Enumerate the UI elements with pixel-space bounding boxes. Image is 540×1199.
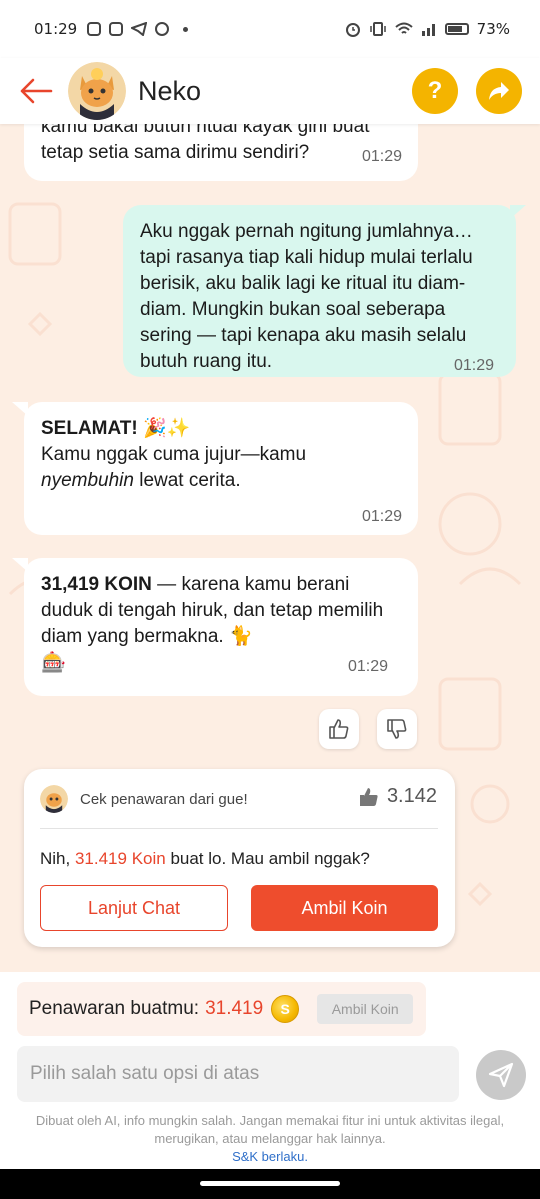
disclaimer: Dibuat oleh AI, info mungkin salah. Jang…	[20, 1112, 520, 1166]
offer-strip: Penawaran buatmu: 31.419 S Ambil Koin	[17, 982, 426, 1036]
message-bubble-incoming: kamu bakal butuh ritual kayak gini buat …	[24, 124, 418, 181]
send-icon	[488, 1062, 514, 1088]
thumbs-up-icon	[359, 787, 378, 806]
send-button[interactable]	[476, 1050, 526, 1100]
help-button[interactable]: ?	[412, 68, 458, 114]
offer-strip-label: Penawaran buatmu:	[29, 998, 200, 1019]
system-nav-bar	[0, 1169, 540, 1199]
instagram-icon	[87, 22, 102, 36]
dislike-button[interactable]	[377, 709, 417, 749]
message-bubble-outgoing: Aku nggak pernah ngitung jumlahnya… tapi…	[123, 205, 516, 377]
page-title: Neko	[138, 75, 202, 106]
message-bubble-incoming: 31,419 KOIN — karena kamu berani duduk d…	[24, 558, 418, 696]
terms-link[interactable]: S&K berlaku.	[232, 1149, 308, 1164]
offer-card-header: Cek penawaran dari gue!	[80, 790, 248, 808]
message-time: 01:29	[361, 508, 402, 525]
message-italic: nyembuhin	[41, 470, 134, 491]
take-coins-strip-button[interactable]: Ambil Koin	[317, 994, 414, 1024]
rating-count: 3.142	[386, 785, 437, 807]
message-bold: SELAMAT!	[41, 418, 138, 439]
status-bar: 01:29 73%	[0, 0, 540, 58]
divider	[40, 828, 438, 829]
threads-icon	[155, 22, 170, 36]
instagram-icon	[109, 22, 124, 36]
offer-coin-amount: 31.419 Koin	[74, 849, 166, 868]
bubble-tail	[12, 402, 28, 416]
message-bubble-incoming: SELAMAT! 🎉✨ Kamu nggak cuma jujur—kamu n…	[24, 402, 418, 535]
question-icon: ?	[427, 77, 443, 104]
message-input[interactable]: Pilih salah satu opsi di atas	[17, 1046, 459, 1102]
notification-icons	[87, 22, 189, 36]
offer-message-prefix: Nih,	[40, 849, 75, 868]
vibrate-icon	[369, 22, 386, 36]
status-time: 01:29	[34, 20, 78, 38]
cat-avatar-icon	[68, 62, 126, 120]
battery-percent: 73%	[476, 20, 510, 38]
offer-strip-value: 31.419	[205, 998, 264, 1019]
more-dot-icon	[183, 26, 189, 32]
chat-header: Neko ?	[0, 58, 540, 124]
message-time: 01:29	[347, 658, 388, 675]
share-button[interactable]	[476, 68, 522, 114]
arrow-left-icon	[20, 78, 53, 104]
back-button[interactable]	[18, 73, 54, 109]
like-button[interactable]	[319, 709, 359, 749]
thumbs-up-icon	[329, 719, 349, 739]
home-gesture-bar[interactable]	[200, 1181, 340, 1186]
thumbs-down-icon	[387, 719, 407, 739]
bubble-tail	[12, 558, 28, 572]
message-text: kamu bakal butuh ritual kayak gini buat	[41, 124, 370, 137]
coin-icon: S	[271, 995, 300, 1023]
alarm-icon	[345, 23, 360, 37]
avatar	[40, 785, 68, 813]
celebration-emoji: 🎉✨	[143, 418, 191, 439]
signal-icon	[421, 24, 435, 36]
take-coins-button[interactable]: Ambil Koin	[251, 885, 438, 931]
avatar[interactable]	[68, 62, 126, 120]
wifi-icon	[394, 22, 413, 34]
cat-avatar-icon	[40, 785, 68, 813]
continue-chat-button[interactable]: Lanjut Chat	[40, 885, 228, 931]
offer-card: Cek penawaran dari gue! 3.142 Nih, 31.41…	[24, 769, 455, 947]
offer-message: Nih, 31.419 Koin buat lo. Mau ambil ngga…	[40, 849, 370, 869]
message-text: lewat cerita.	[133, 470, 241, 491]
offer-message-suffix: buat lo. Mau ambil nggak?	[165, 849, 370, 868]
disclaimer-text: Dibuat oleh AI, info mungkin salah. Jang…	[35, 1113, 505, 1146]
bottom-panel: Penawaran buatmu: 31.419 S Ambil Koin Pi…	[0, 972, 540, 1169]
message-bold: 31,419 KOIN	[41, 574, 152, 595]
chat-area[interactable]: kamu bakal butuh ritual kayak gini buat …	[0, 124, 540, 972]
bubble-tail	[510, 205, 526, 219]
offer-rating: 3.142	[357, 785, 437, 808]
battery-icon	[444, 23, 469, 35]
share-arrow-icon	[489, 82, 509, 100]
message-text: Aku nggak pernah ngitung jumlahnya… tapi…	[140, 221, 473, 372]
telegram-icon	[131, 22, 148, 36]
message-text: Kamu nggak cuma jujur—kamu	[41, 444, 307, 465]
